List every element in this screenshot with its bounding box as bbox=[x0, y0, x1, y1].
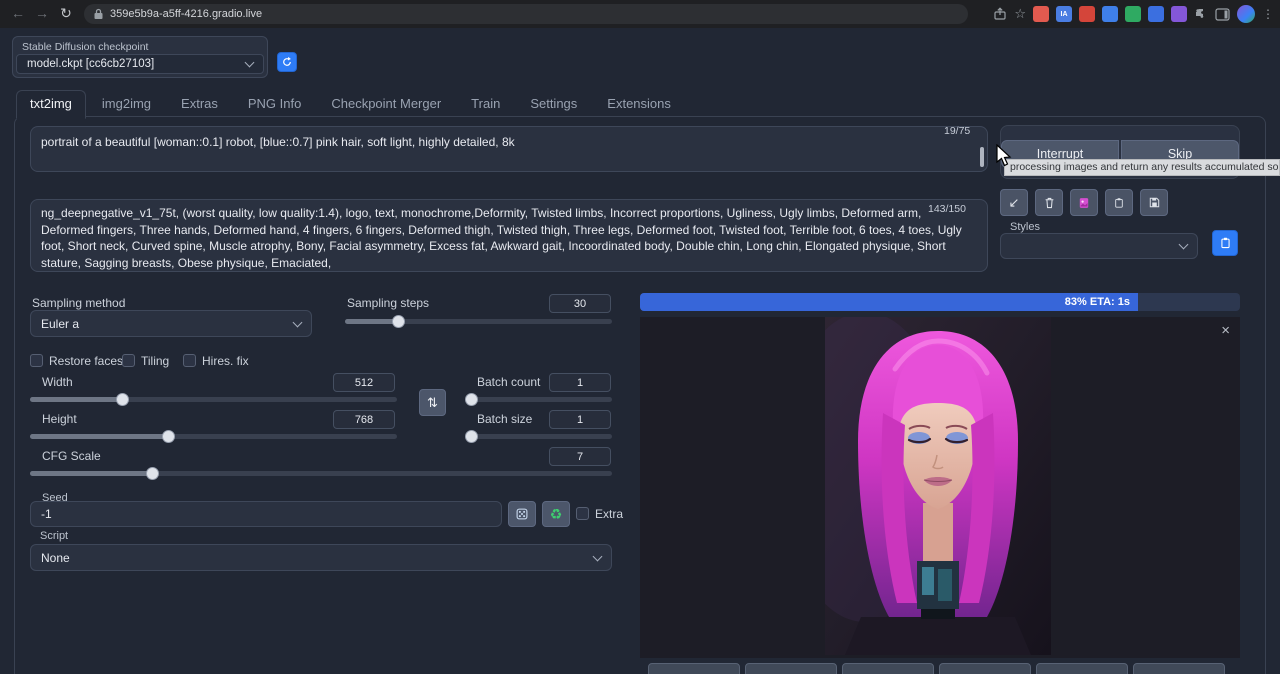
height-slider[interactable] bbox=[30, 434, 397, 439]
batch-size-value[interactable]: 1 bbox=[549, 410, 611, 429]
recycle-icon: ♻ bbox=[550, 506, 563, 523]
tab-extras[interactable]: Extras bbox=[167, 90, 232, 119]
card-icon bbox=[1077, 196, 1091, 210]
styles-label: Styles bbox=[1010, 221, 1040, 233]
slider-handle[interactable] bbox=[116, 393, 129, 406]
screen: ← → ↻ 359e5b9a-a5ff-4216.gradio.live ☆ I… bbox=[0, 0, 1280, 674]
trash-icon bbox=[1043, 196, 1056, 210]
sampling-steps-label: Sampling steps bbox=[347, 296, 429, 310]
script-value: None bbox=[41, 551, 70, 565]
progress-bar: 83% ETA: 1s bbox=[640, 293, 1240, 311]
slider-handle[interactable] bbox=[146, 467, 159, 480]
gallery-action-button[interactable] bbox=[648, 663, 740, 674]
image-viewer: × bbox=[640, 317, 1240, 658]
gallery-actions bbox=[648, 663, 1225, 674]
swap-icon: ⇅ bbox=[427, 395, 438, 411]
batch-size-slider[interactable] bbox=[468, 434, 612, 439]
sampling-method-label: Sampling method bbox=[32, 296, 125, 310]
restore-faces-checkbox[interactable] bbox=[30, 354, 43, 367]
tab-txt2img[interactable]: txt2img bbox=[16, 90, 86, 119]
tab-settings[interactable]: Settings bbox=[516, 90, 591, 119]
tab-img2img[interactable]: img2img bbox=[88, 90, 165, 119]
gallery-action-button[interactable] bbox=[745, 663, 837, 674]
tab-train[interactable]: Train bbox=[457, 90, 514, 119]
save-style-button[interactable] bbox=[1140, 189, 1168, 216]
cfg-scale-label: CFG Scale bbox=[42, 449, 101, 463]
chevron-down-icon bbox=[593, 551, 603, 561]
extra-seed-label: Extra bbox=[595, 507, 623, 521]
progress-text: 83% ETA: 1s bbox=[1065, 296, 1130, 308]
chevron-down-icon bbox=[1179, 240, 1189, 250]
main-tabs: txt2img img2img Extras PNG Info Checkpoi… bbox=[16, 90, 685, 119]
slider-handle[interactable] bbox=[162, 430, 175, 443]
paste-params-button[interactable]: ↙ bbox=[1000, 189, 1028, 216]
mouse-cursor bbox=[996, 144, 1014, 173]
sampling-method-value: Euler a bbox=[41, 317, 79, 331]
batch-count-value[interactable]: 1 bbox=[549, 373, 611, 392]
slider-handle[interactable] bbox=[465, 430, 478, 443]
paste-arrow-icon: ↙ bbox=[1009, 195, 1020, 211]
slider-handle[interactable] bbox=[465, 393, 478, 406]
tab-checkpoint-merger[interactable]: Checkpoint Merger bbox=[317, 90, 455, 119]
generated-image[interactable] bbox=[825, 317, 1051, 655]
clipboard-icon bbox=[1113, 196, 1125, 210]
batch-count-slider[interactable] bbox=[468, 397, 612, 402]
styles-dropdown[interactable] bbox=[1000, 233, 1198, 259]
width-slider[interactable] bbox=[30, 397, 397, 402]
dice-icon bbox=[515, 507, 529, 521]
clipboard-icon bbox=[1219, 236, 1232, 250]
cfg-scale-value[interactable]: 7 bbox=[549, 447, 611, 466]
save-icon bbox=[1148, 196, 1161, 209]
extra-seed-checkbox[interactable] bbox=[576, 507, 589, 520]
apply-style-to-prompt-button[interactable] bbox=[1212, 230, 1238, 256]
gallery-action-button[interactable] bbox=[939, 663, 1031, 674]
chevron-down-icon bbox=[293, 317, 303, 327]
gallery-action-button[interactable] bbox=[842, 663, 934, 674]
batch-size-label: Batch size bbox=[477, 412, 532, 426]
portrait-image bbox=[825, 317, 1051, 655]
random-seed-button[interactable] bbox=[508, 501, 536, 527]
seed-value: -1 bbox=[41, 507, 52, 521]
prompt-text: portrait of a beautiful [woman::0.1] rob… bbox=[41, 135, 515, 149]
interrupt-tooltip: processing images and return any results… bbox=[1004, 159, 1280, 176]
height-label: Height bbox=[42, 412, 77, 426]
width-value[interactable]: 512 bbox=[333, 373, 395, 392]
swap-dimensions-button[interactable]: ⇅ bbox=[419, 389, 446, 416]
extra-networks-button[interactable] bbox=[1070, 189, 1098, 216]
reuse-seed-button[interactable]: ♻ bbox=[542, 501, 570, 527]
clear-prompt-button[interactable] bbox=[1035, 189, 1063, 216]
gallery-action-button[interactable] bbox=[1036, 663, 1128, 674]
height-value[interactable]: 768 bbox=[333, 410, 395, 429]
sampling-method-dropdown[interactable]: Euler a bbox=[30, 310, 312, 337]
apply-styles-button[interactable] bbox=[1105, 189, 1133, 216]
slider-handle[interactable] bbox=[392, 315, 405, 328]
close-image-button[interactable]: × bbox=[1221, 323, 1230, 338]
restore-faces-label: Restore faces bbox=[49, 354, 123, 368]
tab-extensions[interactable]: Extensions bbox=[593, 90, 685, 119]
width-label: Width bbox=[42, 375, 73, 389]
cfg-scale-slider[interactable] bbox=[30, 471, 612, 476]
progress-fill: 83% ETA: 1s bbox=[640, 293, 1138, 311]
prompt-token-counter: 19/75 bbox=[944, 125, 970, 137]
seed-input[interactable]: -1 bbox=[30, 501, 502, 527]
hires-fix-label: Hires. fix bbox=[202, 354, 249, 368]
sampling-steps-slider[interactable] bbox=[345, 319, 612, 324]
negative-token-counter: 143/150 bbox=[928, 203, 966, 215]
script-dropdown[interactable]: None bbox=[30, 544, 612, 571]
negative-prompt-text: ng_deepnegative_v1_75t, (worst quality, … bbox=[41, 206, 962, 270]
tiling-checkbox[interactable] bbox=[122, 354, 135, 367]
hires-fix-checkbox[interactable] bbox=[183, 354, 196, 367]
script-label: Script bbox=[40, 530, 68, 542]
prompt-tools: ↙ bbox=[1000, 189, 1168, 216]
tiling-label: Tiling bbox=[141, 354, 169, 368]
tab-png-info[interactable]: PNG Info bbox=[234, 90, 315, 119]
batch-count-label: Batch count bbox=[477, 375, 540, 389]
prompt-input[interactable]: portrait of a beautiful [woman::0.1] rob… bbox=[30, 126, 988, 172]
prompt-scrollbar[interactable] bbox=[980, 147, 984, 167]
negative-prompt-input[interactable]: ng_deepnegative_v1_75t, (worst quality, … bbox=[30, 199, 988, 272]
sampling-steps-value[interactable]: 30 bbox=[549, 294, 611, 313]
gallery-action-button[interactable] bbox=[1133, 663, 1225, 674]
